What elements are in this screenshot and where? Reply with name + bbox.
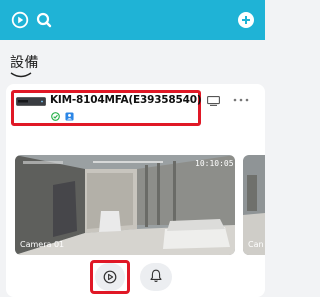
shared-user-icon bbox=[65, 112, 74, 121]
play-circle-icon[interactable] bbox=[103, 270, 117, 284]
next-camera-name: Can bbox=[248, 240, 264, 249]
page-title: 設備 bbox=[10, 55, 39, 71]
search-icon[interactable] bbox=[35, 11, 53, 29]
camera-name: Camera 01 bbox=[20, 240, 65, 249]
monitor-icon[interactable] bbox=[207, 96, 220, 106]
page-title-area: 設備 bbox=[10, 52, 39, 78]
online-check-icon bbox=[51, 112, 60, 121]
more-icon[interactable] bbox=[233, 98, 249, 102]
nvr-device-icon bbox=[16, 97, 46, 106]
add-circle-icon[interactable] bbox=[237, 11, 255, 29]
app-header bbox=[0, 0, 265, 40]
bell-icon[interactable] bbox=[150, 269, 162, 283]
camera-timestamp: 10:10:05 bbox=[195, 159, 234, 168]
play-circle-icon[interactable] bbox=[11, 11, 29, 29]
title-underline bbox=[10, 72, 32, 78]
device-name[interactable]: KIM-8104MFA(E39358540) bbox=[50, 94, 202, 106]
